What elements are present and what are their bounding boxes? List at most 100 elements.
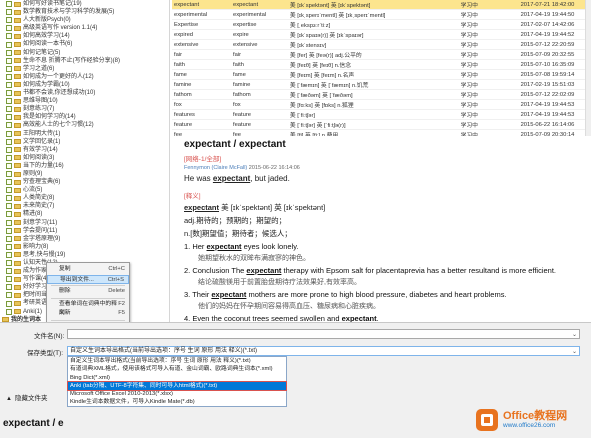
checkbox[interactable] [6, 9, 12, 16]
tree-item[interactable]: 高效能人士的七个习惯(12) [0, 121, 169, 129]
checkbox[interactable] [6, 130, 12, 137]
checkbox[interactable] [6, 187, 12, 194]
checkbox[interactable] [6, 138, 12, 145]
checkbox[interactable] [6, 276, 12, 283]
tree-item[interactable]: 心流(5) [0, 186, 169, 194]
checkbox[interactable] [6, 146, 12, 153]
table-row[interactable]: fathom fathom 美 [ˈfæðəm] 英 [ˈfæðəm] 学习中 2015… [172, 89, 591, 100]
tree-item[interactable]: 未来简史(7) [0, 202, 169, 210]
checkbox[interactable] [6, 98, 12, 105]
checkbox[interactable] [6, 203, 12, 210]
checkbox[interactable] [6, 65, 12, 72]
tree-item[interactable]: 书都不会读,你还想成功(10) [0, 89, 169, 97]
tree-item[interactable]: 高级英语写作 version 1.1(4) [0, 24, 169, 32]
checkbox[interactable] [6, 122, 12, 129]
tree-item[interactable]: 思维导图(10) [0, 97, 169, 105]
checkbox[interactable] [6, 17, 12, 24]
checkbox[interactable] [6, 41, 12, 48]
checkbox[interactable] [6, 251, 12, 258]
checkbox[interactable] [6, 162, 12, 169]
checkbox[interactable] [6, 179, 12, 186]
checkbox[interactable] [6, 235, 12, 242]
tree-item[interactable]: 影响力(8) [0, 243, 169, 251]
hide-folders-toggle[interactable]: ▲ 隐藏文件夹 [6, 392, 47, 402]
tree-item[interactable]: 原则(9) [0, 170, 169, 178]
menu-item[interactable]: 删除 Delete [47, 287, 129, 297]
checkbox[interactable] [6, 292, 12, 299]
filename-input[interactable]: ⌄ [67, 329, 580, 339]
tree-item[interactable]: 如何阅读一本书(6) [0, 40, 169, 48]
tree-item[interactable]: 精进(8) [0, 210, 169, 218]
chevron-down-icon[interactable]: ⌄ [572, 331, 577, 340]
type-option[interactable]: Anki (tab分隔、UTF-8字符集、同时可导入html格式)(*.txt) [67, 380, 287, 392]
tree-item[interactable]: 如何高效学习(14) [0, 32, 169, 40]
detail-author[interactable]: Fennymon (Claire McFall) [184, 165, 247, 171]
table-row[interactable]: expectant expectant 美 [ɪkˈspektənt] 英 [ɪkˈ… [172, 0, 591, 10]
table-row[interactable]: faith faith 美 [feɪθ] 英 [feɪθ] n.信念 学习中 2015-… [172, 59, 591, 70]
tree-item[interactable]: 如何成为学霸(10) [0, 81, 169, 89]
table-row[interactable]: experimental experimental 美 [ɪkˌsperɪˈment… [172, 9, 591, 20]
tree-item[interactable]: 文学回忆录(1) [0, 138, 169, 146]
menu-item[interactable]: 导出到文件... Ctrl+S [47, 274, 129, 285]
checkbox[interactable] [6, 33, 12, 40]
checkbox[interactable] [6, 49, 12, 56]
tree-item[interactable]: 思考,快与慢(19) [0, 251, 169, 259]
tree-item[interactable]: 如何记笔记(5) [0, 49, 169, 57]
checkbox[interactable] [6, 300, 12, 307]
tree-item[interactable]: 穷查理宝典(6) [0, 178, 169, 186]
type-option[interactable]: 有道词典XML格式，使用该格式可导入有道、金山词霸、欧路词典生词本(*.xml) [68, 365, 286, 373]
table-scrollbar[interactable] [585, 0, 591, 136]
checkbox[interactable] [6, 227, 12, 234]
checkbox[interactable] [6, 25, 12, 32]
type-option[interactable]: 自定义生词本导出格式(当前导出选项：序号 生词 原形 用法 释义)(*.txt) [68, 357, 286, 365]
checkbox[interactable] [6, 243, 12, 250]
checkbox[interactable] [6, 211, 12, 218]
chevron-down-icon[interactable]: ⌄ [572, 348, 577, 357]
type-select[interactable]: 自定义生词本导出格式(当前导出选项：序号 生词 原形 用法 释义)(*.txt)… [67, 346, 580, 356]
checkbox[interactable] [6, 81, 12, 88]
tree-item[interactable]: 有效学习(14) [0, 146, 169, 154]
tree-item[interactable]: 人大新版Psych(0) [0, 16, 169, 24]
checkbox[interactable] [6, 90, 12, 97]
tree-item[interactable]: 金字塔原理(9) [0, 235, 169, 243]
word-table[interactable]: expectant expectant 美 [ɪkˈspektənt] 英 [ɪkˈ… [172, 0, 591, 136]
type-option[interactable]: Bing Dict(*.xml) [68, 374, 286, 382]
checkbox[interactable] [6, 195, 12, 202]
table-row[interactable]: famine famine 美 [ˈfæmɪn] 英 [ˈfæmɪn] n.饥荒 学习… [172, 79, 591, 90]
checkbox[interactable] [6, 284, 12, 291]
tree-item[interactable]: 学习之道(6) [0, 65, 169, 73]
tree-item[interactable]: 我是如何学习的(14) [0, 113, 169, 121]
table-row[interactable]: features feature 美 [ˈfiːtʃər] 学习中 2017-04-19… [172, 109, 591, 120]
table-row[interactable]: extensive extensive 美 [ɪkˈstensɪv] 学习中 2015-… [172, 39, 591, 50]
checkbox[interactable] [6, 1, 12, 8]
tree-item[interactable]: 刻意学习(11) [0, 219, 169, 227]
table-row[interactable]: fair fair 美 [fer] 英 [feə(r)] adj.公平的 学习中 201… [172, 49, 591, 60]
table-row[interactable]: Expertise expertise 美 [ˌekspɜːrˈtiːz] 学习中 20… [172, 19, 591, 30]
tree-item[interactable]: 数学教育技术与学习科学的发展(5) [0, 8, 169, 16]
checkbox[interactable] [6, 219, 12, 226]
menu-item[interactable]: 查看单词在词典中的释义 F2 [47, 300, 129, 317]
checkbox[interactable] [6, 154, 12, 161]
table-row[interactable]: fame fame 美 [feɪm] 英 [feɪm] n.名声 学习中 2015-07… [172, 69, 591, 80]
menu-item[interactable]: 复制 Ctrl+C [47, 265, 129, 275]
type-option[interactable]: Microsoft Office Excel 2010-2013(*.xlsx) [68, 390, 286, 398]
checkbox[interactable] [6, 268, 12, 275]
tree-item[interactable]: 王阳明大传(1) [0, 130, 169, 138]
tree-item[interactable]: 刻意练习(7) [0, 105, 169, 113]
checkbox[interactable] [6, 260, 12, 267]
tree-item[interactable]: 当下的力量(16) [0, 162, 169, 170]
tree-item[interactable]: 学会提问(11) [0, 227, 169, 235]
menu-item[interactable]: 刷新 F5 [47, 309, 129, 319]
tree-item[interactable]: 人类简史(8) [0, 194, 169, 202]
tree-item[interactable]: 如何写好读书笔记(19) [0, 0, 169, 8]
checkbox[interactable] [6, 73, 12, 80]
tree-item[interactable]: 生命不息 折腾不止(写作经验分享)(8) [0, 57, 169, 65]
checkbox[interactable] [6, 114, 12, 121]
table-row[interactable]: feature feature 美 [ˈfiːtʃər] 英 [ˈfiːtʃə(r)… [172, 119, 591, 130]
checkbox[interactable] [6, 171, 12, 178]
table-row[interactable]: expired expire 美 [ɪkˈspaɪə(r)] 英 [ɪkˈspaɪə… [172, 29, 591, 40]
table-row[interactable]: fox fox 美 [fɑːks] 英 [fɒks] n.狐狸 学习中 2017-04-… [172, 99, 591, 110]
checkbox[interactable] [6, 106, 12, 113]
tree-item[interactable]: 如何成为一个更好的人(12) [0, 73, 169, 81]
checkbox[interactable] [6, 308, 12, 315]
